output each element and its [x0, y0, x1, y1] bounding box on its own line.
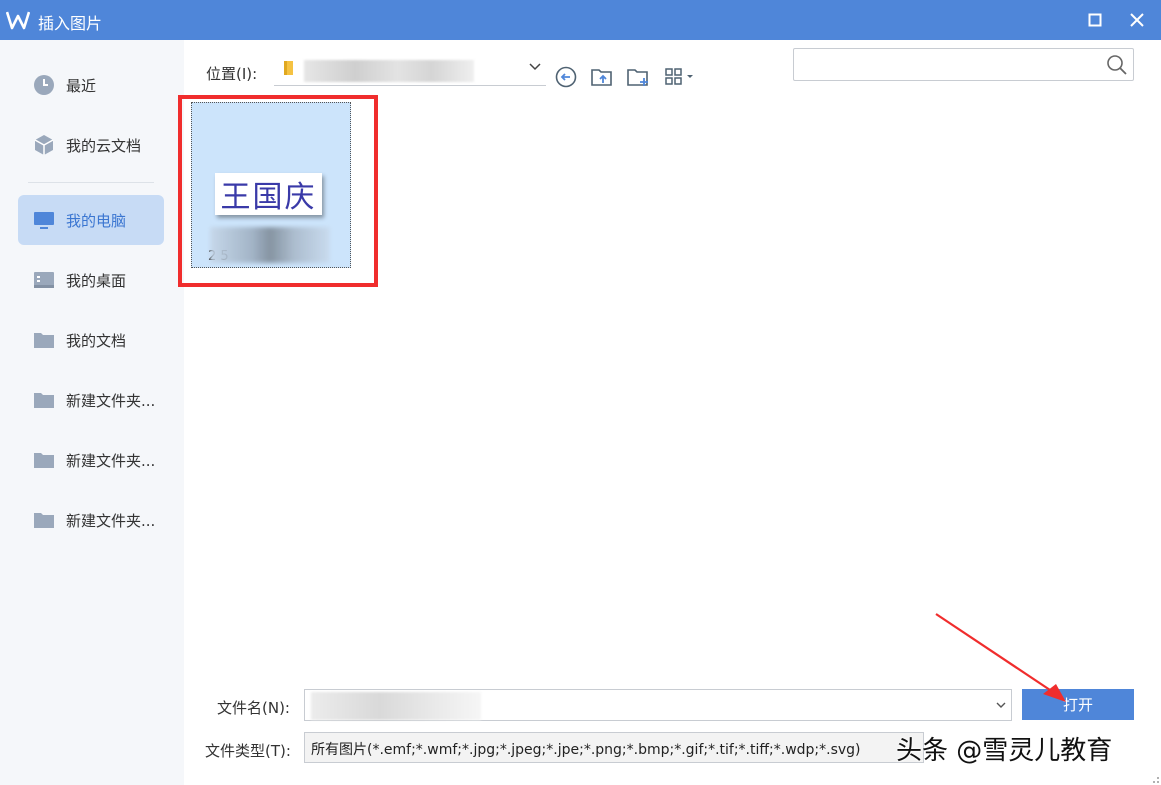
- maximize-button[interactable]: [1080, 6, 1110, 34]
- sidebar-item-desktop[interactable]: 我的桌面: [18, 255, 164, 305]
- monitor-icon: [33, 209, 55, 231]
- location-label: 位置(I):: [206, 65, 258, 83]
- filetype-value: 所有图片(*.emf;*.wmf;*.jpg;*.jpeg;*.jpe;*.pn…: [311, 742, 861, 758]
- blurred-filename: [311, 692, 481, 720]
- sidebar-item-label: 我的桌面: [66, 272, 127, 290]
- sidebar-item-label: 最近: [66, 77, 97, 95]
- sidebar-item-my-computer[interactable]: 我的电脑: [18, 195, 164, 245]
- open-button[interactable]: 打开: [1022, 689, 1134, 720]
- folder-icon: [33, 449, 55, 471]
- view-mode-button[interactable]: [663, 64, 697, 90]
- sidebar-item-label: 我的云文档: [66, 137, 142, 155]
- chevron-down-icon[interactable]: [995, 699, 1007, 711]
- folder-up-icon: [591, 69, 612, 86]
- location-dropdown[interactable]: [274, 56, 546, 86]
- chevron-down-icon: [529, 63, 541, 71]
- search-box: [793, 48, 1134, 81]
- sidebar-divider: [28, 182, 154, 183]
- new-folder-button[interactable]: [625, 64, 651, 90]
- search-icon[interactable]: [1106, 54, 1128, 76]
- sidebar-item-label: 我的文档: [66, 332, 127, 350]
- blurred-path: [304, 60, 474, 82]
- cloud-cube-icon: [33, 134, 55, 156]
- sidebar-item-new-folder-2[interactable]: 新建文件夹...: [18, 435, 164, 485]
- sidebar-item-label: 新建文件夹...: [66, 392, 156, 410]
- filename-label: 文件名(N):: [217, 699, 290, 717]
- window-title: 插入图片: [38, 14, 103, 33]
- sidebar-item-my-documents[interactable]: 我的文档: [18, 315, 164, 365]
- folder-small-icon: [284, 61, 293, 75]
- sidebar-item-new-folder-1[interactable]: 新建文件夹...: [18, 375, 164, 425]
- blurred-file-name: [210, 227, 330, 263]
- back-button[interactable]: [553, 64, 579, 90]
- up-folder-button[interactable]: [589, 64, 615, 90]
- folder-add-icon: [627, 69, 648, 86]
- desktop-icon: [33, 269, 55, 291]
- resize-grip-icon[interactable]: [1148, 772, 1160, 784]
- title-bar: 插入图片: [0, 0, 1161, 40]
- sidebar-item-label: 新建文件夹...: [66, 512, 156, 530]
- folder-icon: [33, 389, 55, 411]
- sidebar-item-label: 新建文件夹...: [66, 452, 156, 470]
- filetype-select[interactable]: 所有图片(*.emf;*.wmf;*.jpg;*.jpeg;*.jpe;*.pn…: [304, 732, 924, 763]
- close-icon: [1130, 13, 1144, 27]
- filetype-label: 文件类型(T):: [205, 742, 291, 760]
- sidebar-item-cloud-docs[interactable]: 我的云文档: [18, 120, 164, 170]
- sidebar-item-label: 我的电脑: [66, 212, 127, 230]
- back-arrow-icon: [555, 66, 577, 88]
- filename-combobox: [304, 689, 1012, 721]
- sidebar: 最近 我的云文档 我的电脑 我的桌面 我的文档 新建文件夹... 新建文件夹..…: [0, 40, 184, 785]
- search-input[interactable]: [800, 53, 1100, 77]
- close-button[interactable]: [1122, 6, 1152, 34]
- file-thumbnail: 王国庆: [215, 173, 322, 215]
- clock-icon: [33, 74, 55, 96]
- file-tile[interactable]: 王国庆 2 5: [191, 102, 351, 268]
- maximize-icon: [1088, 13, 1102, 27]
- wps-logo-icon: [6, 11, 30, 30]
- grid-view-icon: [665, 68, 693, 85]
- folder-icon: [33, 329, 55, 351]
- sidebar-item-recent[interactable]: 最近: [18, 60, 164, 110]
- thumbnail-text: 王国庆: [220, 180, 317, 215]
- watermark: 头条 @雪灵儿教育: [896, 736, 1113, 766]
- sidebar-item-new-folder-3[interactable]: 新建文件夹...: [18, 495, 164, 545]
- folder-icon: [33, 509, 55, 531]
